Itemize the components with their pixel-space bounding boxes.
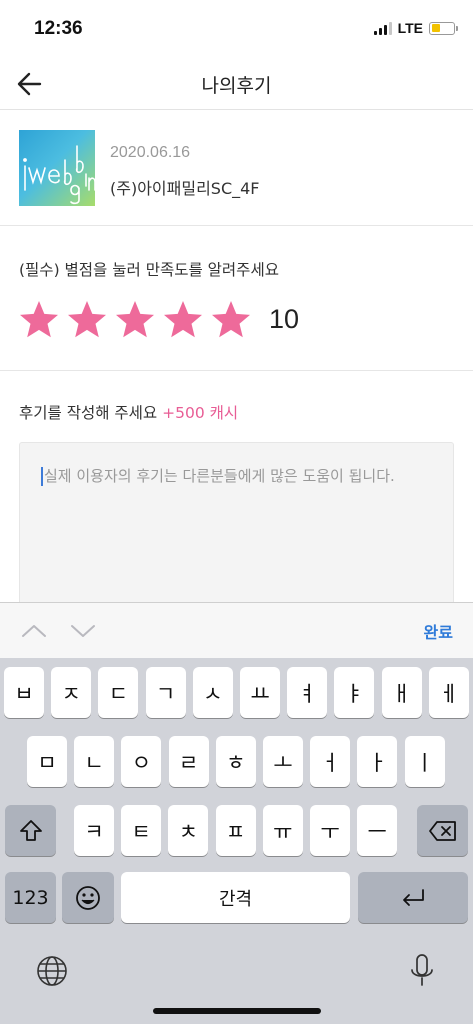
key-label: ㅍ bbox=[225, 819, 246, 844]
key-row3-3[interactable]: ㅍ bbox=[215, 805, 256, 856]
chevron-down-icon[interactable] bbox=[69, 617, 97, 645]
key-label: ㅑ bbox=[344, 681, 365, 706]
chevron-up-icon[interactable] bbox=[20, 617, 48, 645]
star-icon[interactable] bbox=[162, 299, 204, 341]
text-caret bbox=[41, 467, 43, 486]
key-row3-5[interactable]: ㅜ bbox=[310, 805, 350, 856]
star-icon[interactable] bbox=[66, 299, 108, 341]
page-title: 나의후기 bbox=[201, 75, 272, 97]
product-name: (주)아이패밀리SC_4F bbox=[110, 179, 260, 198]
key-row1-0[interactable]: ㅂ bbox=[4, 667, 44, 718]
review-section: 후기를 작성해 주세요 +500 캐시 실제 이용자의 후기는 다른분들에게 많… bbox=[0, 372, 473, 612]
globe-icon[interactable] bbox=[35, 954, 69, 988]
key-label: ㅈ bbox=[61, 681, 81, 706]
key-label: ㅌ bbox=[131, 819, 151, 844]
key-label: ㅋ bbox=[84, 819, 104, 844]
key-row2-4[interactable]: ㅎ bbox=[215, 736, 256, 787]
key-row2-7[interactable]: ㅏ bbox=[357, 736, 398, 787]
rating-section: (필수) 별점을 눌러 만족도를 알려주세요 10 bbox=[0, 226, 473, 371]
key-label: ㅛ bbox=[250, 681, 270, 706]
key-label: ㅎ bbox=[226, 750, 246, 775]
emoji-icon[interactable] bbox=[62, 872, 114, 923]
keyboard-accessory-bar: 완료 bbox=[0, 602, 473, 658]
star-icon[interactable] bbox=[210, 299, 252, 341]
shift-icon[interactable] bbox=[5, 805, 56, 856]
key-label: ㅇ bbox=[131, 750, 152, 775]
key-row1-1[interactable]: ㅈ bbox=[51, 667, 92, 718]
key-row2-0[interactable]: ㅁ bbox=[27, 736, 67, 787]
key-label: ㅕ bbox=[297, 681, 317, 706]
key-label: ㅠ bbox=[273, 819, 293, 844]
key-row1-7[interactable]: ㅑ bbox=[334, 667, 375, 718]
numbers-key-label: 123 bbox=[12, 886, 49, 909]
microphone-icon[interactable] bbox=[405, 952, 439, 990]
review-label: 후기를 작성해 주세요 +500 캐시 bbox=[19, 401, 238, 423]
key-row3-0[interactable]: ㅋ bbox=[74, 805, 114, 856]
space-key[interactable]: 간격 bbox=[121, 872, 350, 923]
key-label: ㄷ bbox=[108, 681, 129, 706]
key-row1-8[interactable]: ㅐ bbox=[381, 667, 422, 718]
product-info: 2020.06.16 (주)아이패밀리SC_4F bbox=[0, 111, 473, 226]
key-label: ㅏ bbox=[367, 750, 388, 775]
key-label: ㅁ bbox=[37, 750, 57, 775]
key-label: ㅊ bbox=[178, 819, 199, 844]
key-row1-5[interactable]: ㅛ bbox=[240, 667, 280, 718]
key-label: ㅐ bbox=[391, 681, 412, 706]
rating-label: (필수) 별점을 눌러 만족도를 알려주세요 bbox=[19, 261, 279, 279]
key-label: ㅅ bbox=[203, 681, 223, 706]
status-bar: 12:36 LTE bbox=[0, 0, 473, 58]
signal-icon bbox=[373, 21, 392, 35]
status-indicators: LTE bbox=[373, 20, 458, 36]
home-indicator bbox=[153, 1008, 321, 1014]
key-row2-6[interactable]: ㅓ bbox=[310, 736, 351, 787]
product-date: 2020.06.16 bbox=[110, 144, 191, 161]
key-label: ㅂ bbox=[14, 681, 34, 706]
key-label: ㅜ bbox=[320, 819, 340, 844]
key-row1-3[interactable]: ㄱ bbox=[145, 667, 186, 718]
key-label: ㅔ bbox=[439, 681, 459, 706]
product-thumbnail bbox=[19, 130, 95, 206]
key-row1-2[interactable]: ㄷ bbox=[98, 667, 139, 718]
key-row1-6[interactable]: ㅕ bbox=[287, 667, 328, 718]
key-row2-2[interactable]: ㅇ bbox=[121, 736, 162, 787]
review-label-text: 후기를 작성해 주세요 bbox=[19, 404, 158, 422]
key-row1-9[interactable]: ㅔ bbox=[428, 667, 469, 718]
nav-bar: 나의후기 bbox=[0, 58, 473, 110]
iwedding-logo bbox=[23, 145, 95, 205]
status-time: 12:36 bbox=[34, 18, 83, 39]
key-row3-6[interactable]: ㅡ bbox=[357, 805, 398, 856]
key-row2-5[interactable]: ㅗ bbox=[263, 736, 303, 787]
battery-level bbox=[431, 24, 440, 32]
key-label: ㄹ bbox=[178, 750, 199, 775]
key-label: ㅓ bbox=[320, 750, 340, 775]
key-label: ㅣ bbox=[414, 750, 435, 775]
review-textarea[interactable]: 실제 이용자의 후기는 다른분들에게 많은 도움이 됩니다. bbox=[19, 442, 454, 612]
battery-icon bbox=[429, 21, 458, 35]
key-row2-8[interactable]: ㅣ bbox=[404, 736, 445, 787]
key-label: ㄴ bbox=[84, 750, 104, 775]
done-button[interactable]: 완료 bbox=[424, 619, 453, 643]
key-label: ㅗ bbox=[273, 750, 293, 775]
review-placeholder: 실제 이용자의 후기는 다른분들에게 많은 도움이 됩니다. bbox=[44, 467, 395, 485]
korean-keyboard: 123 간격 ㅂ ㅈ ㄷ ㄱ ㅅ ㅛ ㅕ ㅑ ㅐ ㅔㅁ ㄴ ㅇ ㄹ ㅎ ㅗ ㅓ ㅏ ㅣㅋ ㅌ ㅊ ㅍ ㅠ ㅜ ㅡ bbox=[0, 658, 473, 1024]
star-rating[interactable] bbox=[18, 299, 252, 341]
key-label: ㅡ bbox=[367, 819, 387, 844]
star-icon[interactable] bbox=[114, 299, 156, 341]
rating-score: 10 bbox=[269, 304, 300, 334]
bonus-cash: +500 캐시 bbox=[162, 404, 239, 422]
space-key-label: 간격 bbox=[218, 888, 253, 910]
key-row3-2[interactable]: ㅊ bbox=[168, 805, 209, 856]
backspace-icon[interactable] bbox=[417, 805, 468, 856]
key-row3-4[interactable]: ㅠ bbox=[262, 805, 303, 856]
numbers-key[interactable]: 123 bbox=[5, 872, 56, 923]
key-row3-1[interactable]: ㅌ bbox=[121, 805, 162, 856]
star-icon[interactable] bbox=[18, 299, 60, 341]
return-icon[interactable] bbox=[358, 872, 468, 923]
key-row2-1[interactable]: ㄴ bbox=[74, 736, 115, 787]
key-label: ㄱ bbox=[155, 681, 176, 706]
network-label: LTE bbox=[397, 20, 423, 36]
key-row1-4[interactable]: ㅅ bbox=[192, 667, 233, 718]
key-row2-3[interactable]: ㄹ bbox=[168, 736, 209, 787]
